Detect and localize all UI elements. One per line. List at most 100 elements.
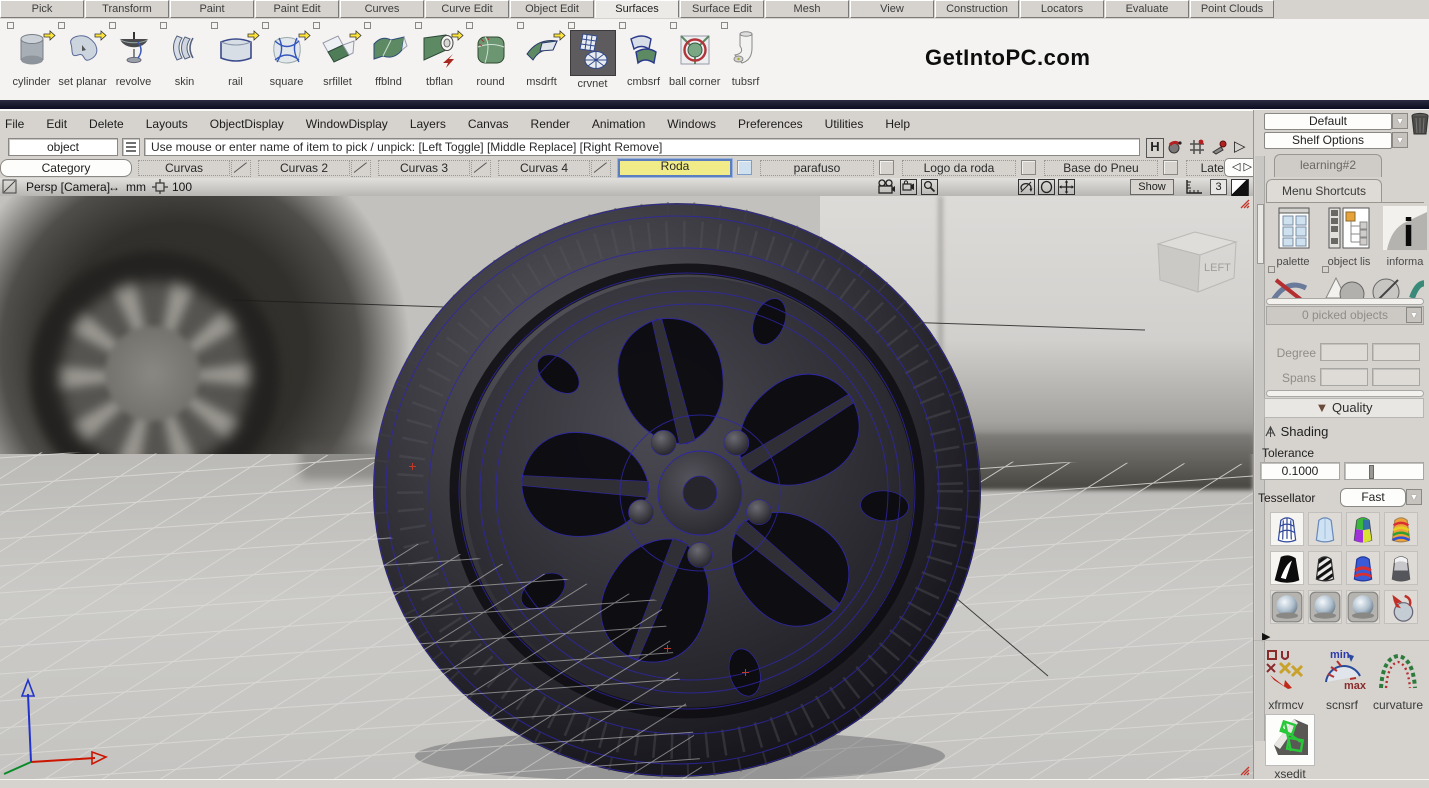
viewport-camera-label[interactable]: Persp [Camera] (26, 179, 110, 195)
ffblnd-icon[interactable] (367, 30, 411, 74)
viewport-corner-icon[interactable] (2, 179, 17, 197)
tool-cylinder[interactable]: cylinder (6, 22, 57, 96)
background-toggle-icon[interactable] (1231, 179, 1249, 197)
palette-tab-evaluate[interactable]: Evaluate (1105, 0, 1189, 18)
tool-round[interactable]: round (465, 22, 516, 96)
tool-checkbox[interactable] (160, 22, 167, 29)
show-button[interactable]: Show (1130, 179, 1174, 195)
shelf-tab-logo-da-roda[interactable]: Logo da roda (902, 160, 1016, 176)
paint-sphere-icon[interactable] (1166, 138, 1186, 156)
shelf-tab-flyout-icon[interactable] (351, 160, 371, 177)
tubsrf-icon[interactable] (724, 30, 768, 74)
tool-scnsrf[interactable]: minmax scnsrf (1316, 648, 1368, 712)
object-lister-icon[interactable] (1324, 206, 1374, 255)
palette-tab-paint-edit[interactable]: Paint Edit (255, 0, 339, 18)
menu-layouts[interactable]: Layouts (135, 112, 199, 136)
shading-mode-silhouette-icon[interactable] (1270, 551, 1304, 585)
tool-crvnet[interactable]: crvnet (567, 22, 618, 96)
menu-canvas[interactable]: Canvas (457, 112, 520, 136)
palette-tab-construction[interactable]: Construction (935, 0, 1019, 18)
msdrft-icon[interactable] (520, 30, 564, 74)
square-icon[interactable] (265, 30, 309, 74)
palette-icon[interactable] (1268, 206, 1318, 255)
tool-srfillet[interactable]: srfillet (312, 22, 363, 96)
shelf-tab-base-do-pneu[interactable]: Base do Pneu (1044, 160, 1158, 176)
panel-tool-object-lister[interactable]: object lis (1324, 206, 1374, 268)
degree-field-v[interactable] (1372, 343, 1420, 361)
information-icon[interactable]: i (1380, 206, 1429, 255)
panel-scrollbar-thumb[interactable] (1257, 204, 1264, 264)
cylinder-icon[interactable] (10, 30, 54, 74)
curvature-icon[interactable] (1372, 648, 1424, 697)
frame-number-box[interactable]: 3 (1210, 179, 1227, 195)
tool-ball-corner[interactable]: ball corner (669, 22, 720, 96)
perspective-viewport[interactable]: LEFT (0, 196, 1253, 779)
category-button[interactable]: Category (0, 159, 132, 177)
view-cube[interactable]: LEFT (1140, 216, 1250, 306)
palette-tab-point-clouds[interactable]: Point Clouds (1190, 0, 1274, 18)
shelf-tab-checkbox[interactable] (1021, 160, 1036, 175)
tbflan-icon[interactable] (418, 30, 462, 74)
tool-checkbox[interactable] (517, 22, 524, 29)
shading-mode-light-a-icon[interactable] (1270, 590, 1304, 624)
tool-square[interactable]: square (261, 22, 312, 96)
cmbsrf-icon[interactable] (622, 30, 666, 74)
promptline-expand-icon[interactable]: ▷ (1234, 137, 1246, 155)
shelf-tab-flyout-icon[interactable] (231, 160, 251, 177)
shelf-tab-curvas-4[interactable]: Curvas 4 (498, 160, 590, 176)
tool-msdrft[interactable]: msdrft (516, 22, 567, 96)
tab-learning[interactable]: learning#2 (1274, 154, 1382, 177)
prompt-input[interactable]: Use mouse or enter name of item to pick … (144, 138, 1140, 156)
shading-mode-light-c-icon[interactable] (1346, 590, 1380, 624)
shelf-tab-flyout-icon[interactable] (591, 160, 611, 177)
shelf-tab-checkbox[interactable] (1163, 160, 1178, 175)
palette-tab-view[interactable]: View (850, 0, 934, 18)
tolerance-slider[interactable] (1344, 462, 1424, 480)
preset-dropdown[interactable]: Default (1264, 113, 1392, 130)
tolerance-input[interactable]: 0.1000 (1260, 462, 1340, 480)
tessellator-arrow-icon[interactable]: ▼ (1406, 489, 1422, 505)
set-planar-icon[interactable] (61, 30, 105, 74)
brush-icon[interactable] (1210, 138, 1230, 156)
palette-tab-surfaces[interactable]: Surfaces (595, 0, 679, 18)
menu-windowdisplay[interactable]: WindowDisplay (295, 112, 399, 136)
tool-xfrmcv[interactable]: xfrmcv (1260, 648, 1312, 712)
cv-marker[interactable] (409, 463, 416, 470)
preset-dropdown-arrow-icon[interactable]: ▼ (1392, 113, 1408, 129)
viewport-resize-corner-icon[interactable] (1240, 766, 1250, 776)
tool-cmbsrf[interactable]: cmbsrf (618, 22, 669, 96)
pick-filter-dropdown[interactable]: object (8, 138, 118, 156)
degree-field-u[interactable] (1320, 343, 1368, 361)
shading-mode-patch-colors-icon[interactable] (1346, 512, 1380, 546)
tool-checkbox[interactable] (262, 22, 269, 29)
shelf-options-arrow-icon[interactable]: ▼ (1392, 132, 1408, 148)
shelf-tab-parafuso[interactable]: parafuso (760, 160, 874, 176)
menu-windows[interactable]: Windows (656, 112, 727, 136)
round-icon[interactable] (469, 30, 513, 74)
tool-rail[interactable]: rail (210, 22, 261, 96)
palette-tab-mesh[interactable]: Mesh (765, 0, 849, 18)
palette-tab-curves[interactable]: Curves (340, 0, 424, 18)
tab-menu-shortcuts[interactable]: Menu Shortcuts (1266, 179, 1382, 203)
tool-xsedit[interactable]: xsedit (1264, 714, 1316, 781)
viewport-resize-corner-icon[interactable] (1240, 199, 1250, 209)
picked-objects-bar[interactable]: 0 picked objects (1266, 306, 1424, 325)
tool-revolve[interactable]: revolve (108, 22, 159, 96)
shelf-tab-checkbox[interactable] (737, 160, 752, 175)
tool-checkbox[interactable] (364, 22, 371, 29)
panel-tool-information[interactable]: i informa (1380, 206, 1429, 268)
menu-file[interactable]: File (0, 112, 35, 136)
menu-delete[interactable]: Delete (78, 112, 135, 136)
tool-checkbox[interactable] (211, 22, 218, 29)
palette-tab-object-edit[interactable]: Object Edit (510, 0, 594, 18)
promptline-history-icon[interactable] (122, 138, 140, 156)
cv-marker[interactable] (742, 669, 749, 676)
palette-tab-transform[interactable]: Transform (85, 0, 169, 18)
xfrmcv-icon[interactable] (1260, 648, 1312, 697)
tool-tbflan[interactable]: tbflan (414, 22, 465, 96)
tool-checkbox[interactable] (109, 22, 116, 29)
shelf-options-dropdown[interactable]: Shelf Options (1264, 132, 1392, 149)
panel-divider[interactable] (1266, 390, 1424, 397)
skin-icon[interactable] (163, 30, 207, 74)
palette-tab-curve-edit[interactable]: Curve Edit (425, 0, 509, 18)
